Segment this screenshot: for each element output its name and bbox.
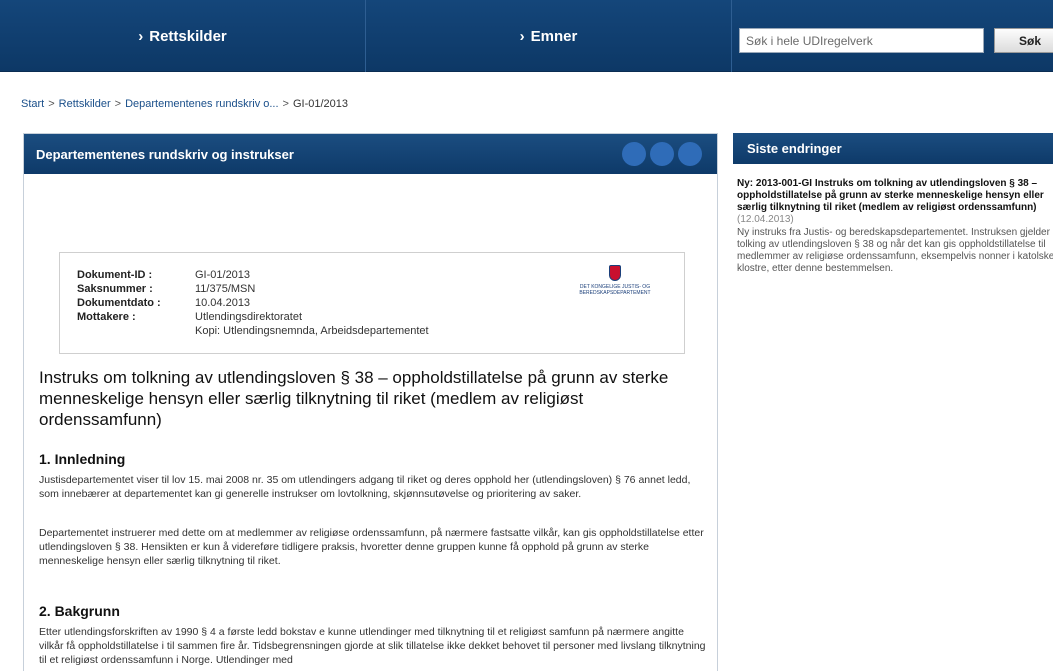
meta-row-recipients: Mottakere : Utlendingsdirektoratet bbox=[77, 311, 302, 323]
panel-title: Departementenes rundskriv og instrukser bbox=[36, 146, 294, 162]
circle-icon bbox=[678, 142, 702, 166]
meta-label: Mottakere : bbox=[77, 311, 136, 323]
panel-decoration bbox=[622, 142, 702, 166]
breadcrumb-separator: > bbox=[48, 98, 55, 110]
meta-value: GI-01/2013 bbox=[195, 269, 251, 281]
breadcrumb-start[interactable]: Start bbox=[21, 98, 44, 110]
ministry-logo: DET KONGELIGE JUSTIS- OG BEREDSKAPSDEPAR… bbox=[560, 265, 670, 299]
meta-value: 11/375/MSN bbox=[195, 283, 256, 295]
top-navigation: › Rettskilder › Emner Søk bbox=[0, 0, 1053, 72]
meta-row-document-id: Dokument-ID : GI-01/2013 bbox=[77, 269, 250, 281]
chevron-right-icon: › bbox=[138, 27, 144, 45]
logo-text: DET KONGELIGE JUSTIS- OG BEREDSKAPSDEPAR… bbox=[579, 284, 651, 296]
section-heading-introduction: 1. Innledning bbox=[39, 451, 126, 467]
nav-tab-emner[interactable]: › Emner bbox=[366, 0, 732, 72]
sidebar-header: Siste endringer bbox=[733, 133, 1053, 164]
breadcrumb-rettskilder[interactable]: Rettskilder bbox=[59, 98, 111, 110]
news-item[interactable]: Ny: 2013-001-GI Instruks om tolkning av … bbox=[737, 178, 1053, 275]
document-metadata: Dokument-ID : GI-01/2013 Saksnummer : 11… bbox=[59, 252, 685, 354]
meta-value: Kopi: Utlendingsnemnda, Arbeidsdeparteme… bbox=[195, 325, 429, 337]
meta-label: Dokument-ID : bbox=[77, 269, 153, 281]
meta-label: Dokumentdato : bbox=[77, 297, 161, 309]
circle-icon bbox=[622, 142, 646, 166]
meta-row-copy: Kopi: Utlendingsnemnda, Arbeidsdeparteme… bbox=[77, 325, 429, 337]
nav-tab-rettskilder[interactable]: › Rettskilder bbox=[0, 0, 366, 72]
search-button[interactable]: Søk bbox=[994, 28, 1053, 53]
meta-row-case-number: Saksnummer : 11/375/MSN bbox=[77, 283, 255, 295]
circle-icon bbox=[650, 142, 674, 166]
main-panel: Departementenes rundskriv og instrukser … bbox=[23, 133, 718, 671]
meta-row-document-date: Dokumentdato : 10.04.2013 bbox=[77, 297, 250, 309]
document-title: Instruks om tolkning av utlendingsloven … bbox=[39, 368, 669, 429]
sidebar-title: Siste endringer bbox=[747, 141, 842, 156]
breadcrumb-separator: > bbox=[282, 98, 289, 110]
nav-tab-label: Emner bbox=[530, 27, 578, 45]
breadcrumb: Start > Rettskilder > Departementenes rundsk… bbox=[21, 98, 348, 110]
meta-value: 10.04.2013 bbox=[195, 297, 251, 309]
paragraph: Justisdepartementet viser til lov 15. ma… bbox=[39, 474, 691, 500]
breadcrumb-separator: > bbox=[114, 98, 122, 110]
coat-of-arms-icon bbox=[609, 265, 621, 281]
section-heading-background: 2. Bakgrunn bbox=[39, 603, 120, 619]
meta-label: Saksnummer : bbox=[77, 283, 153, 295]
paragraph: Departementet instruerer med dette om at… bbox=[39, 527, 704, 567]
news-title-link[interactable]: Ny: 2013-001-GI Instruks om tolkning av … bbox=[737, 178, 1044, 213]
news-body: Ny instruks fra Justis- og beredskapsdep… bbox=[737, 227, 1053, 274]
meta-label bbox=[77, 325, 195, 337]
chevron-right-icon: › bbox=[519, 27, 525, 45]
nav-tab-label: Rettskilder bbox=[149, 27, 227, 45]
paragraph: Etter utlendingsforskriften av 1990 § 4 … bbox=[39, 626, 706, 666]
breadcrumb-current: GI-01/2013 bbox=[292, 98, 349, 110]
breadcrumb-rundskriv[interactable]: Departementenes rundskriv o... bbox=[125, 98, 278, 110]
panel-header: Departementenes rundskriv og instrukser bbox=[24, 134, 717, 174]
meta-value: Utlendingsdirektoratet bbox=[195, 311, 303, 323]
news-date: (12.04.2013) bbox=[737, 214, 794, 225]
search-input[interactable] bbox=[739, 28, 984, 53]
